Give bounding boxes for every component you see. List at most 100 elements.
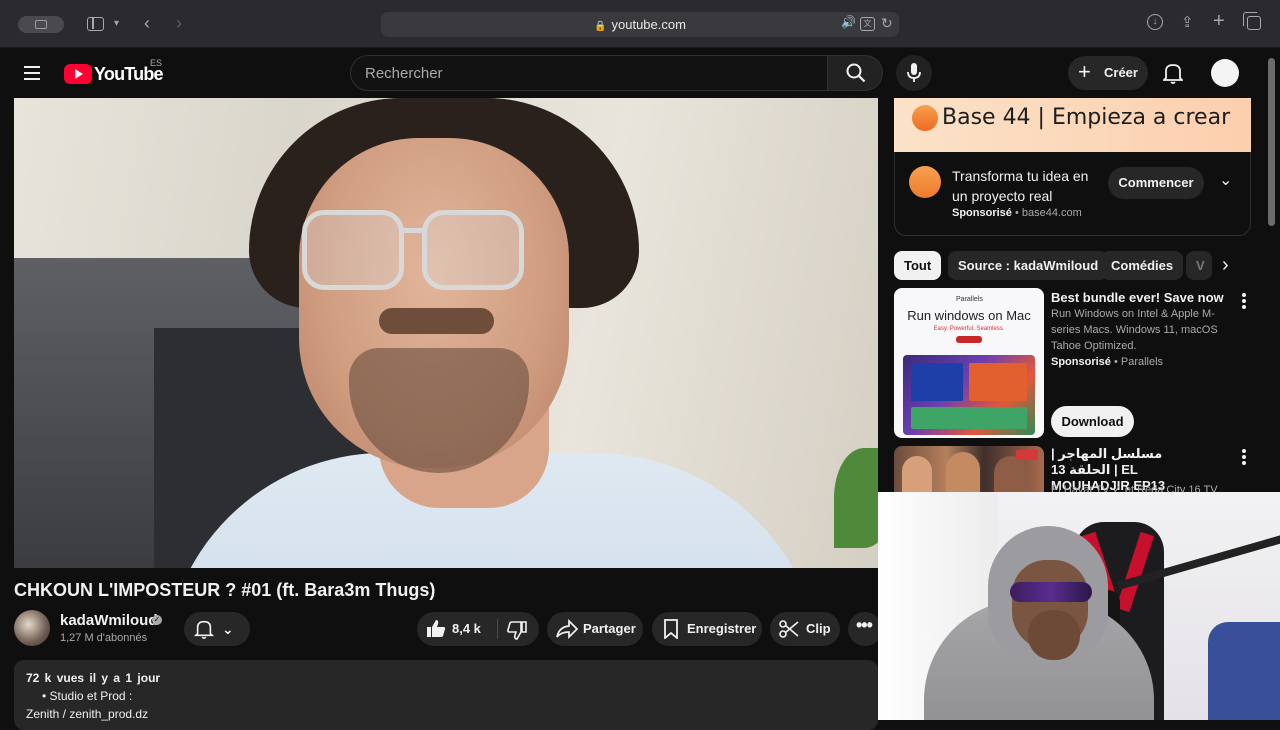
share-arrow-icon [556, 619, 578, 639]
advertiser-logo-icon [909, 166, 941, 198]
more-actions-button[interactable]: ••• [848, 612, 882, 646]
search-button[interactable] [827, 55, 883, 91]
chevron-right-icon[interactable]: › [1222, 254, 1229, 277]
search-input[interactable] [365, 56, 805, 90]
glasses-bridge [401, 228, 425, 233]
promo-thumbnail[interactable]: Parallels Run windows on Mac Easy. Power… [894, 288, 1044, 438]
video-thumbnail[interactable] [894, 446, 1044, 496]
more-vertical-icon[interactable] [1236, 448, 1252, 466]
description-link-line[interactable]: Zenith / zenith_prod.dz [26, 707, 148, 721]
verified-badge-icon: ✓ [152, 615, 162, 625]
like-dislike-group: 8,4 k [417, 612, 539, 646]
scissors-icon [779, 620, 799, 638]
search-icon [846, 63, 866, 83]
tabs-overview-icon[interactable] [1243, 12, 1261, 30]
sidebar-toggle-icon[interactable] [87, 17, 104, 31]
back-arrow-icon[interactable]: ‹ [144, 13, 150, 33]
promo-brand: Parallels [956, 296, 983, 303]
lock-icon: 🔒 [594, 21, 607, 32]
account-avatar[interactable] [1211, 59, 1239, 87]
reload-icon[interactable]: ↻ [881, 15, 893, 32]
microphone-icon [907, 63, 921, 82]
sponsored-label: Sponsorisé [952, 207, 1012, 219]
page-scrollbar[interactable] [1268, 58, 1275, 226]
tab-overview-button[interactable] [18, 16, 64, 33]
promo-cta-button[interactable]: Download [1051, 406, 1134, 437]
clip-label: Clip [806, 621, 831, 636]
share-label: Partager [583, 621, 636, 636]
chevron-down-icon[interactable]: ⌄ [1219, 170, 1232, 190]
ad-banner[interactable]: Base 44 | Empieza a crear [894, 98, 1251, 152]
promo-sponsor-line: Sponsorisé • Parallels [1051, 356, 1164, 368]
chevron-down-icon: ⌄ [222, 621, 234, 637]
plus-icon: + [1078, 59, 1091, 84]
create-label: Créer [1104, 65, 1138, 80]
webcam-person-sunglasses [1010, 582, 1092, 602]
like-count: 8,4 k [452, 621, 481, 636]
notifications-bell-icon[interactable] [1163, 62, 1183, 84]
ad-card[interactable]: Transforma tu idea en un proyecto real S… [894, 152, 1251, 236]
chip-comedies[interactable]: Comédies [1101, 251, 1184, 280]
share-button[interactable]: Partager [547, 612, 643, 646]
chip-more[interactable]: V [1186, 251, 1212, 280]
ad-sponsor-line: Sponsorisé • base44.com [952, 207, 1082, 219]
video-player[interactable] [14, 98, 878, 568]
dislike-button[interactable] [498, 612, 539, 646]
create-button[interactable]: + Créer [1068, 56, 1148, 90]
sponsored-label: Sponsorisé [1051, 356, 1111, 368]
chip-source-channel[interactable]: Source : kadaWmiloud [948, 251, 1109, 280]
promo-thumb-subtitle: Easy. Powerful. Seamless. [933, 326, 1005, 332]
view-count-and-date: 72 k vues il y a 1 jour [26, 671, 161, 685]
glasses-left-lens [302, 210, 404, 290]
search-box [350, 55, 828, 91]
webcam-person-hand [1028, 610, 1080, 660]
save-label: Enregistrer [687, 621, 757, 636]
forward-arrow-icon[interactable]: › [176, 13, 182, 33]
menu-icon[interactable] [24, 66, 40, 80]
url-text: youtube.com [611, 17, 686, 32]
bookmark-icon [664, 619, 678, 639]
glasses-right-lens [422, 210, 524, 290]
ad-banner-text: Base 44 | Empieza a crear [942, 105, 1231, 130]
youtube-header: YouTube ES + Créer [0, 48, 1280, 98]
clip-button[interactable]: Clip [770, 612, 840, 646]
new-tab-icon[interactable]: + [1213, 11, 1225, 31]
webcam-overlay [878, 492, 1280, 720]
more-horizontal-icon: ••• [856, 615, 873, 635]
bell-icon [194, 620, 214, 639]
video-subject-mustache [379, 308, 494, 334]
channel-name[interactable]: kadaWmiloud [60, 612, 158, 629]
laptop-screen-graphic [903, 355, 1035, 435]
save-button[interactable]: Enregistrer [652, 612, 762, 646]
translate-icon[interactable]: 文 [860, 17, 875, 31]
description-bullet: • Studio et Prod : [42, 689, 133, 703]
browser-toolbar: ▾ ‹ › 🔒 youtube.com 🔊 文 ↻ ↓ ⇪ + [0, 0, 1280, 48]
try-button-graphic [956, 336, 982, 343]
share-icon[interactable]: ⇪ [1181, 13, 1194, 33]
thumbs-up-icon [427, 620, 446, 637]
ad-cta-button[interactable]: Commencer [1108, 167, 1204, 199]
address-bar[interactable]: 🔒 youtube.com 🔊 文 ↻ [381, 12, 899, 37]
ad-domain: base44.com [1021, 207, 1082, 219]
promo-thumb-title: Run windows on Mac [907, 308, 1031, 323]
youtube-play-logo-icon [64, 64, 92, 84]
downloads-icon[interactable]: ↓ [1147, 14, 1163, 30]
voice-search-button[interactable] [896, 55, 932, 91]
webcam-blue-cloth [1208, 622, 1280, 720]
audio-playing-icon[interactable]: 🔊 [841, 15, 856, 29]
promo-title[interactable]: Best bundle ever! Save now [1051, 290, 1231, 306]
chip-all[interactable]: Tout [894, 251, 942, 280]
channel-avatar[interactable] [14, 610, 50, 646]
thumbs-down-icon [507, 621, 527, 640]
like-button[interactable]: 8,4 k [417, 612, 497, 646]
subscription-bell-button[interactable]: ⌄ [184, 612, 250, 646]
chevron-down-icon[interactable]: ▾ [114, 14, 119, 34]
plant-leaf [834, 448, 878, 548]
promo-description: Run Windows on Intel & Apple M-series Ma… [1051, 308, 1218, 352]
more-vertical-icon[interactable] [1236, 292, 1252, 310]
video-title: CHKOUN L'IMPOSTEUR ? #01 (ft. Bara3m Thu… [14, 580, 436, 600]
base44-logo-icon [912, 105, 938, 131]
subscriber-count: 1,27 M d'abonnés [60, 632, 148, 644]
youtube-logo[interactable]: YouTube ES [64, 58, 164, 86]
promo-advertiser: Parallels [1120, 356, 1164, 368]
